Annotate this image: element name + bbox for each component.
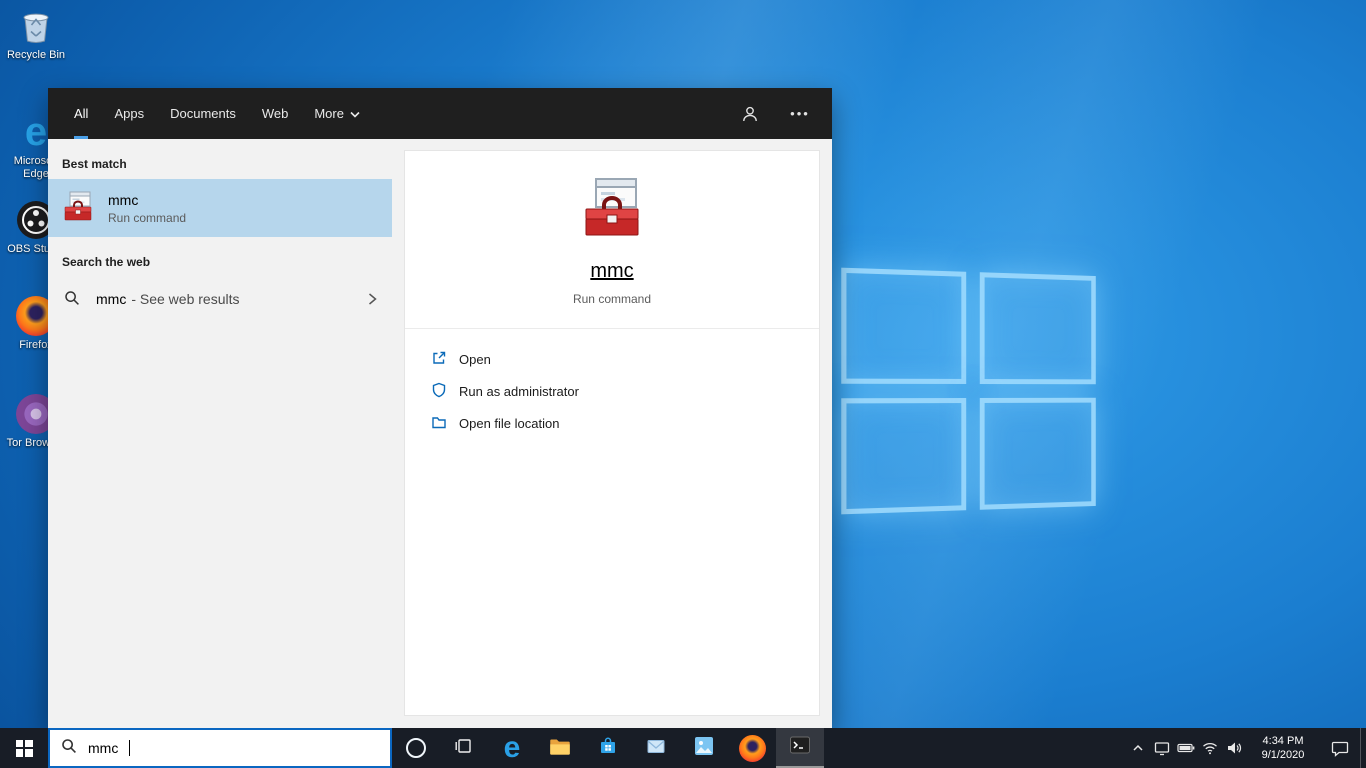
start-button[interactable] bbox=[0, 728, 48, 768]
search-panel: All Apps Documents Web More ••• Best mat… bbox=[48, 88, 832, 728]
taskbar-edge-button[interactable]: e bbox=[488, 728, 536, 768]
preview-title[interactable]: mmc bbox=[590, 260, 633, 283]
tab-more[interactable]: More bbox=[314, 88, 360, 139]
tab-documents[interactable]: Documents bbox=[170, 88, 236, 139]
preview-actions: Open Run as administrator Open file loca… bbox=[405, 329, 819, 439]
command-prompt-icon bbox=[788, 733, 812, 762]
windows-logo-pane bbox=[979, 272, 1096, 385]
taskbar-file-explorer-button[interactable] bbox=[536, 728, 584, 768]
action-label: Run as administrator bbox=[459, 383, 579, 399]
tab-label: More bbox=[314, 105, 344, 121]
mmc-toolbox-icon bbox=[62, 190, 94, 227]
preview-subtitle: Run command bbox=[572, 292, 652, 306]
taskbar-clock[interactable]: 4:34 PM 9/1/2020 bbox=[1246, 728, 1320, 768]
windows-logo-pane bbox=[841, 398, 967, 515]
search-icon bbox=[64, 290, 80, 309]
hidden-icons-chevron-icon[interactable] bbox=[1126, 728, 1150, 768]
system-tray: 4:34 PM 9/1/2020 bbox=[1126, 728, 1366, 768]
search-input-value: mmc bbox=[88, 740, 119, 756]
volume-icon[interactable] bbox=[1222, 728, 1246, 768]
taskbar-command-prompt-button[interactable] bbox=[776, 728, 824, 768]
taskbar-store-button[interactable] bbox=[584, 728, 632, 768]
battery-icon[interactable] bbox=[1174, 728, 1198, 768]
windows-logo-pane bbox=[979, 397, 1096, 510]
search-panel-header: All Apps Documents Web More ••• bbox=[48, 88, 832, 139]
chevron-down-icon bbox=[350, 106, 360, 121]
desktop: Recycle Bin e Microsoft Edge OBS Studio … bbox=[0, 0, 1366, 768]
desktop-icon-recycle-bin[interactable]: Recycle Bin bbox=[2, 6, 70, 62]
web-suffix: - See web results bbox=[131, 291, 240, 307]
taskbar: mmc e 4:34 PM 9/1/2020 bbox=[0, 728, 1366, 768]
open-action[interactable]: Open bbox=[431, 343, 491, 375]
search-icon bbox=[61, 738, 77, 759]
open-file-location-action[interactable]: Open file location bbox=[431, 407, 559, 439]
windows-logo bbox=[841, 267, 1096, 515]
cortana-button[interactable] bbox=[392, 728, 440, 768]
clock-time: 4:34 PM bbox=[1262, 735, 1304, 747]
edge-icon: e bbox=[503, 731, 521, 764]
task-view-icon bbox=[454, 736, 474, 761]
web-result-text: mmc - See web results bbox=[96, 291, 240, 307]
chevron-right-icon bbox=[366, 292, 378, 306]
preview-pane: mmc Run command Open Run as administrato… bbox=[392, 139, 832, 728]
preview-card: mmc Run command Open Run as administrato… bbox=[404, 150, 820, 716]
recycle-bin-icon bbox=[16, 6, 56, 46]
taskbar-mail-button[interactable] bbox=[632, 728, 680, 768]
tab-all[interactable]: All bbox=[74, 88, 89, 139]
best-match-result[interactable]: mmc Run command bbox=[48, 179, 392, 237]
photos-icon bbox=[692, 734, 716, 763]
tab-web[interactable]: Web bbox=[262, 88, 289, 139]
action-label: Open bbox=[459, 351, 491, 367]
tab-label: Documents bbox=[170, 105, 236, 121]
search-header-actions: ••• bbox=[738, 88, 812, 139]
network-icon[interactable] bbox=[1198, 728, 1222, 768]
search-panel-body: Best match mmc Run command Search the we… bbox=[48, 139, 832, 728]
result-title: mmc bbox=[108, 191, 139, 208]
tab-apps[interactable]: Apps bbox=[114, 88, 144, 139]
text-caret bbox=[129, 740, 131, 756]
open-icon bbox=[431, 350, 447, 369]
display-tray-icon[interactable] bbox=[1150, 728, 1174, 768]
result-subtitle: Run command bbox=[108, 210, 187, 225]
action-label: Open file location bbox=[459, 415, 560, 431]
mmc-toolbox-icon-large bbox=[580, 175, 644, 244]
action-center-button[interactable] bbox=[1320, 728, 1360, 768]
web-search-result[interactable]: mmc - See web results bbox=[48, 277, 392, 321]
windows-start-icon bbox=[15, 739, 33, 757]
web-query: mmc bbox=[96, 291, 127, 307]
result-texts: mmc Run command bbox=[108, 192, 186, 225]
mail-icon bbox=[644, 734, 668, 763]
show-desktop-button[interactable] bbox=[1360, 728, 1366, 768]
windows-logo-pane bbox=[841, 267, 967, 384]
file-explorer-icon bbox=[547, 733, 573, 764]
folder-icon bbox=[431, 414, 447, 433]
tab-label: Apps bbox=[114, 105, 145, 121]
taskbar-firefox-button[interactable] bbox=[728, 728, 776, 768]
run-as-administrator-action[interactable]: Run as administrator bbox=[431, 375, 579, 407]
clock-date: 9/1/2020 bbox=[1261, 749, 1305, 761]
cortana-icon bbox=[406, 738, 426, 758]
best-match-header: Best match bbox=[62, 157, 127, 171]
search-results-list: Best match mmc Run command Search the we… bbox=[48, 139, 392, 728]
account-icon[interactable] bbox=[738, 102, 762, 126]
taskbar-photos-button[interactable] bbox=[680, 728, 728, 768]
firefox-icon bbox=[738, 734, 766, 762]
tab-label: Web bbox=[261, 105, 289, 121]
more-options-icon[interactable]: ••• bbox=[788, 102, 812, 126]
search-the-web-header: Search the web bbox=[62, 255, 151, 269]
task-view-button[interactable] bbox=[440, 728, 488, 768]
shield-icon bbox=[431, 382, 447, 401]
tab-label: All bbox=[74, 105, 89, 121]
taskbar-search-input[interactable]: mmc bbox=[48, 728, 392, 768]
desktop-icon-label: Recycle Bin bbox=[6, 49, 66, 61]
microsoft-store-icon bbox=[596, 734, 620, 763]
